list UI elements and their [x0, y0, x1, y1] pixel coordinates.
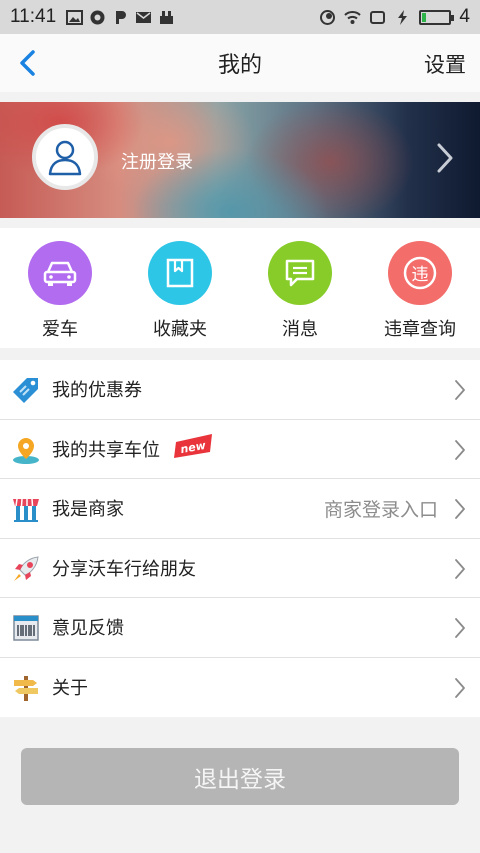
user-icon: [48, 140, 82, 176]
wifi-icon: [344, 10, 362, 24]
chevron-right-icon: [455, 558, 465, 579]
menu-label-about: 关于: [52, 678, 88, 700]
login-register-link[interactable]: 注册登录: [121, 148, 193, 174]
coupon-icon: [13, 378, 38, 403]
feedback-icon: [13, 615, 39, 641]
quick-item-violation[interactable]: 违 违章查询: [360, 228, 480, 348]
chevron-right-icon: [437, 143, 453, 173]
chevron-right-icon: [455, 499, 465, 519]
car-icon-circle: [28, 241, 92, 305]
violation-icon-circle: 违: [388, 241, 452, 305]
quick-label-messages: 消息: [282, 319, 318, 340]
quick-label-violation: 违章查询: [384, 319, 456, 340]
parking-icon: [116, 10, 127, 24]
chevron-right-icon: [455, 618, 465, 638]
quick-item-favorites[interactable]: 收藏夹: [120, 228, 240, 348]
mail-icon: [136, 11, 152, 23]
dnd-icon: [320, 9, 336, 25]
nav-bar: 我的 设置: [0, 34, 480, 92]
quick-actions: 爱车 收藏夹 消息 违 违章查询: [0, 228, 480, 348]
bookmark-icon: [166, 258, 194, 288]
charging-icon: [398, 9, 408, 25]
page-title: 我的: [217, 53, 262, 78]
menu-label-merchant: 我是商家: [52, 499, 124, 521]
chrome-icon: [90, 10, 105, 24]
quick-item-messages[interactable]: 消息: [240, 228, 360, 348]
menu-label-coupons: 我的优惠券: [52, 380, 142, 402]
status-bar: 11:41 4: [0, 0, 480, 34]
location-pin-icon: [13, 437, 39, 464]
chevron-right-icon: [455, 380, 465, 400]
signpost-icon: [14, 675, 38, 701]
back-icon[interactable]: [14, 48, 44, 78]
chevron-right-icon: [455, 677, 465, 698]
battery-icon: [419, 9, 455, 25]
menu-item-feedback[interactable]: 意见反馈: [0, 598, 480, 658]
chevron-right-icon: [455, 439, 465, 460]
profile-banner[interactable]: 注册登录: [0, 102, 480, 218]
avatar[interactable]: [32, 124, 98, 190]
menu-label-share: 分享沃车行给朋友: [52, 558, 196, 580]
menu-item-share[interactable]: 分享沃车行给朋友: [0, 539, 480, 598]
violation-icon: 违: [403, 256, 437, 290]
message-icon: [285, 259, 315, 287]
logout-button[interactable]: 退出登录: [21, 748, 459, 805]
rocket-icon: [14, 555, 39, 581]
menu-label-shared-parking: 我的共享车位: [52, 439, 160, 461]
quick-label-favorites: 收藏夹: [153, 319, 207, 340]
new-badge: new: [174, 433, 212, 458]
svg-text:违: 违: [412, 265, 429, 285]
screen-icon: [370, 10, 386, 24]
bookmark-icon-circle: [148, 241, 212, 305]
store-notify-icon: [160, 10, 174, 24]
menu-item-shared-parking[interactable]: 我的共享车位 new: [0, 420, 480, 479]
image-icon: [66, 9, 84, 25]
notification-icons: [66, 9, 175, 25]
system-icons: 4: [319, 6, 470, 28]
status-time: 11:41: [10, 6, 57, 27]
settings-button[interactable]: 设置: [424, 49, 466, 79]
quick-label-car: 爱车: [42, 319, 78, 340]
store-icon: [13, 498, 39, 522]
menu-item-merchant[interactable]: 我是商家 商家登录入口: [0, 479, 480, 539]
battery-level: 4: [459, 6, 470, 27]
menu-list: 我的优惠券 我的共享车位 new 我是商家 商家登录入口 分享沃车行给朋友 意见…: [0, 360, 480, 717]
merchant-login-entry[interactable]: 商家登录入口: [324, 495, 438, 522]
quick-item-car[interactable]: 爱车: [0, 228, 120, 348]
menu-item-coupons[interactable]: 我的优惠券: [0, 360, 480, 420]
menu-item-about[interactable]: 关于: [0, 658, 480, 718]
message-icon-circle: [268, 241, 332, 305]
menu-label-feedback: 意见反馈: [52, 618, 124, 640]
car-icon: [43, 261, 77, 286]
